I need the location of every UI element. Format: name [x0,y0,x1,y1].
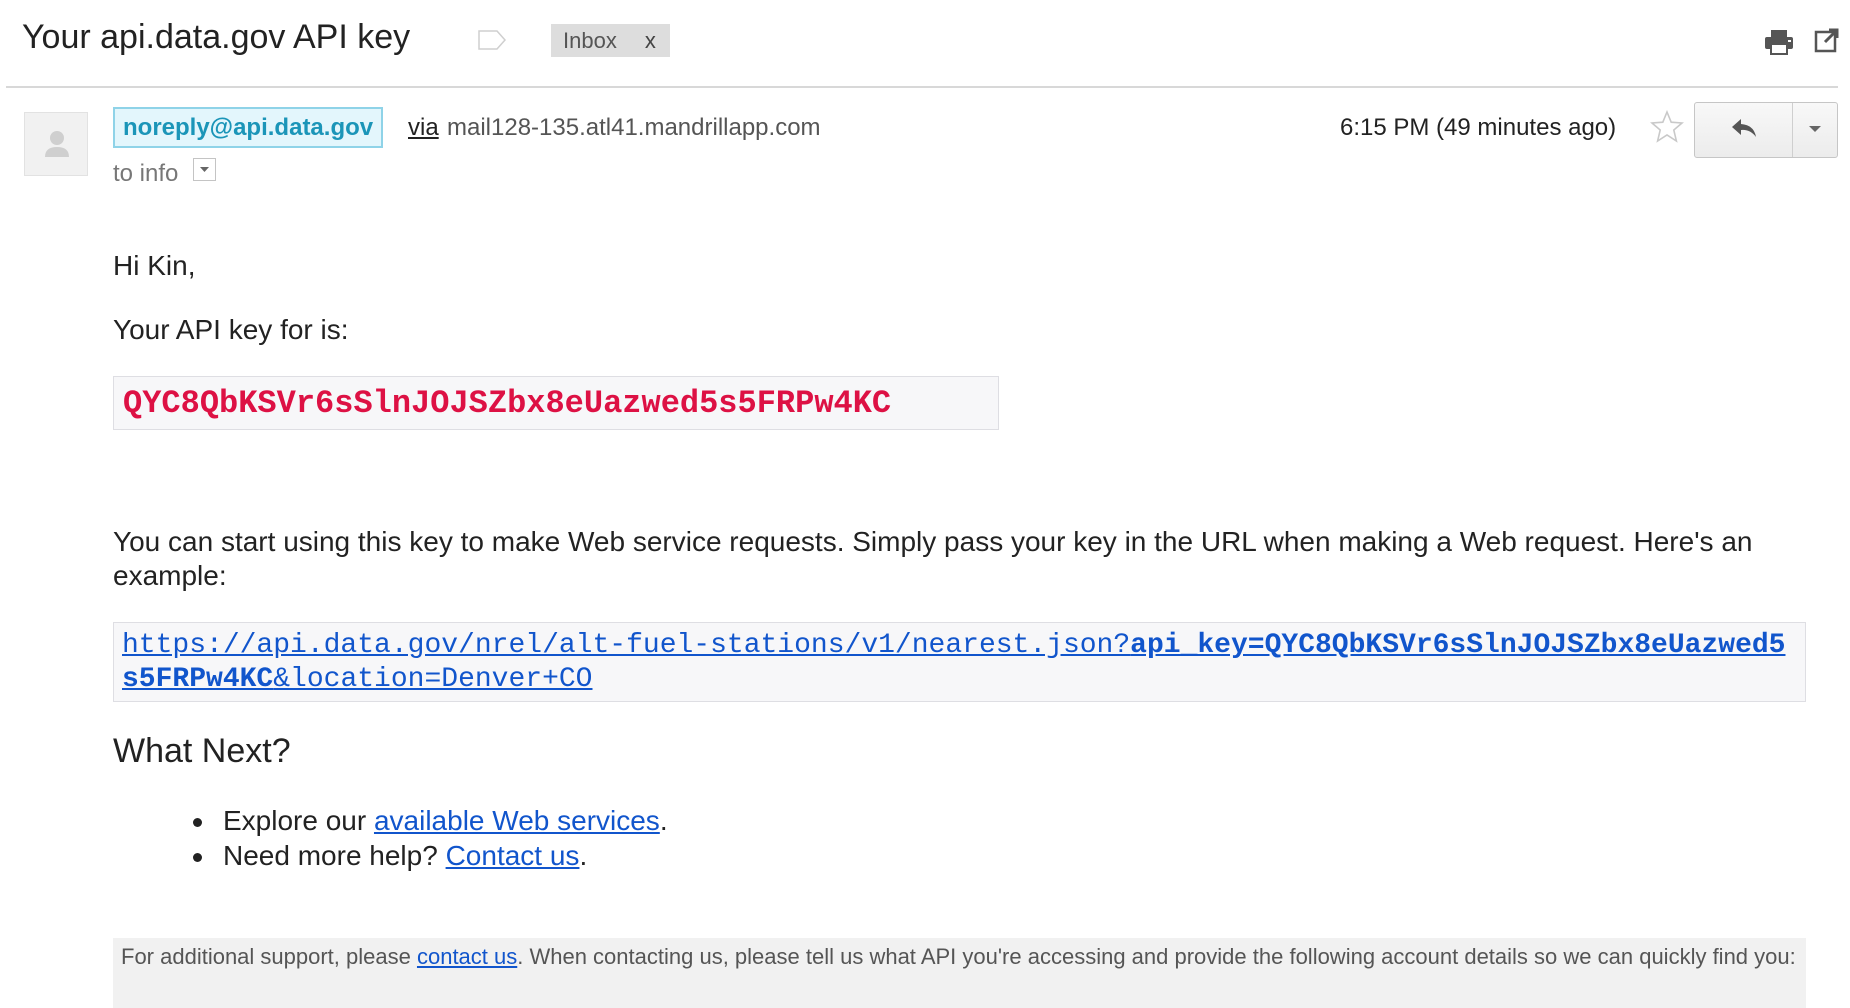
recipient-summary: to info [113,160,179,187]
reply-button-group [1694,102,1838,158]
reply-icon [1730,117,1758,144]
more-actions-button[interactable] [1793,103,1837,157]
bullet-icon [193,818,202,827]
reply-button[interactable] [1695,103,1793,157]
example-url-box: https://api.data.gov/nrel/alt-fuel-stati… [113,622,1806,702]
support-text-rest: . When contacting us, please tell us wha… [517,944,1796,969]
new-window-icon[interactable] [1814,27,1840,53]
api-key-box: QYC8QbKSVr6sSlnJOJSZbx8eUazwed5s5FRPw4KC [113,376,999,430]
api-key: QYC8QbKSVr6sSlnJOJSZbx8eUazwed5s5FRPw4KC [123,384,892,422]
instructions-paragraph: You can start using this key to make Web… [113,526,1753,591]
support-contact-link[interactable]: contact us [417,944,517,969]
star-icon[interactable] [1650,109,1684,144]
label-tag-icon[interactable] [478,30,507,50]
via-link[interactable]: via [408,114,439,142]
inbox-label-chip: Inbox x [551,24,670,57]
inbox-label-text: Inbox [563,27,617,53]
list-item: Need more help? Contact us. [113,840,668,875]
example-url-link[interactable]: https://api.data.gov/nrel/alt-fuel-stati… [122,630,1785,695]
next-steps-list: Explore our available Web services. Need… [113,805,668,875]
list-item-text: Explore our [223,805,374,836]
email-subject: Your api.data.gov API key [22,18,411,56]
list-item-punct: . [659,805,668,836]
available-services-link[interactable]: available Web services [374,805,660,836]
message-timestamp: 6:15 PM (49 minutes ago) [1340,114,1617,141]
avatar-icon [24,112,88,176]
intro-text: Your API key for is: [113,314,349,345]
greeting: Hi Kin, [113,250,196,281]
list-item-punct: . [579,840,588,871]
chevron-down-icon [1808,121,1822,139]
list-item-text: Need more help? [223,840,446,871]
list-item: Explore our available Web services. [113,805,668,840]
relay-domain: mail128-135.atl41.mandrillapp.com [447,114,821,141]
details-dropdown-icon[interactable] [193,158,216,181]
example-url-prefix: https://api.data.gov/nrel/alt-fuel-stati… [122,630,1131,661]
header-divider [6,86,1838,88]
support-footer: For additional support, please contact u… [113,938,1806,1008]
bullet-icon [193,853,202,862]
support-text: For additional support, please [121,944,417,969]
remove-label-button[interactable]: x [645,28,656,54]
print-icon[interactable] [1764,28,1794,56]
what-next-heading: What Next? [113,732,291,770]
sender-address[interactable]: noreply@api.data.gov [113,107,384,148]
contact-us-link[interactable]: Contact us [446,840,580,871]
example-url-suffix: &location=Denver+CO [273,664,593,695]
